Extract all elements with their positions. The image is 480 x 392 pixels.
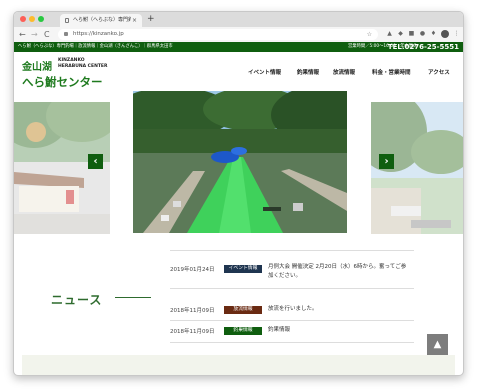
news-date: 2019年01月24日 — [170, 267, 215, 273]
news-date: 2018年11月09日 — [170, 308, 215, 314]
browser-tab-bar: へら鮒（へらぶな）専門釣場・金山… × + — [14, 12, 463, 27]
tab-close-icon[interactable]: × — [132, 14, 137, 27]
nav-item-fees-hours[interactable]: 料金・営業時間 — [372, 68, 411, 76]
news-text[interactable]: 放流を行いました。 — [268, 305, 318, 314]
news-category-badge[interactable]: 釣果情報 — [224, 327, 262, 335]
url-text: https://kinzanko.jp — [73, 31, 124, 37]
back-icon[interactable]: ← — [19, 28, 26, 41]
browser-window: へら鮒（へらぶな）専門釣場・金山… × + ← → C https://kinz… — [13, 11, 464, 376]
news-divider — [170, 320, 414, 321]
site-tagline: へら鮒（へらぶな）専門釣場｜放流情報｜金山湖（きんざんこ）｜群馬県太田市 — [18, 44, 173, 49]
slide-main-image — [133, 91, 347, 233]
extension-icon[interactable]: ♦ — [430, 30, 437, 37]
logo-center-name: へら鮒センター — [22, 75, 103, 89]
extension-icon[interactable]: ● — [419, 30, 426, 37]
profile-avatar-icon[interactable] — [441, 30, 449, 38]
logo-english-name: KINZANKO HERABUNA CENTER — [58, 58, 108, 69]
nav-item-stocking[interactable]: 放流情報 — [333, 68, 355, 76]
site-logo[interactable]: 金山湖 KINZANKO HERABUNA CENTER へら鮒センター — [22, 56, 122, 90]
minimize-window-dot[interactable] — [29, 16, 35, 22]
site-top-bar: へら鮒（へらぶな）専門釣場｜放流情報｜金山湖（きんざんこ）｜群馬県太田市 営業時… — [14, 42, 463, 52]
tab-title: へら鮒（へらぶな）専門釣場・金山… — [73, 17, 131, 23]
browser-tab[interactable]: へら鮒（へらぶな）専門釣場・金山… × — [60, 14, 142, 27]
news-category-badge[interactable]: イベント情報 — [224, 265, 262, 273]
news-date: 2018年11月09日 — [170, 329, 215, 335]
telephone-number[interactable]: TEL.0276-25-5551 — [388, 42, 459, 52]
close-window-dot[interactable] — [20, 16, 26, 22]
footer-strip — [22, 355, 455, 375]
browser-toolbar: ← → C https://kinzanko.jp ☆ ▲ ◆ ■ ● ♦ ⋮ — [14, 27, 463, 43]
news-text[interactable]: 月例大会 開催決定 2月20日（水）6時から。奮ってご参加ください。 — [268, 263, 408, 281]
slider-prev-button[interactable]: ‹ — [88, 154, 103, 169]
maximize-window-dot[interactable] — [38, 16, 44, 22]
news-divider — [170, 288, 414, 289]
bookmark-star-icon[interactable]: ☆ — [367, 29, 372, 40]
news-text[interactable]: 釣果情報 — [268, 326, 290, 335]
news-category-badge[interactable]: 放流情報 — [224, 306, 262, 314]
reload-icon[interactable]: C — [44, 28, 50, 41]
lock-icon — [64, 32, 68, 36]
nav-item-catch-report[interactable]: 釣果情報 — [297, 68, 319, 76]
forward-icon[interactable]: → — [31, 28, 38, 41]
slider-next-button[interactable]: › — [379, 154, 394, 169]
news-divider — [170, 342, 414, 343]
news-heading-rule — [115, 297, 151, 298]
nav-item-access[interactable]: アクセス — [428, 68, 450, 76]
nav-item-events[interactable]: イベント情報 — [248, 68, 281, 76]
logo-lake-name: 金山湖 — [22, 62, 52, 73]
address-bar[interactable]: https://kinzanko.jp ☆ — [58, 29, 378, 40]
page-favicon-icon — [65, 18, 69, 23]
news-divider — [170, 250, 414, 251]
back-to-top-button[interactable]: ▲ — [427, 334, 448, 355]
news-heading: ニュース — [51, 293, 103, 307]
chrome-menu-icon[interactable]: ⋮ — [453, 30, 460, 37]
extension-icon[interactable]: ▲ — [386, 30, 393, 37]
new-tab-button[interactable]: + — [147, 13, 155, 26]
extension-icon[interactable]: ◆ — [397, 30, 404, 37]
extension-icon[interactable]: ■ — [408, 30, 415, 37]
